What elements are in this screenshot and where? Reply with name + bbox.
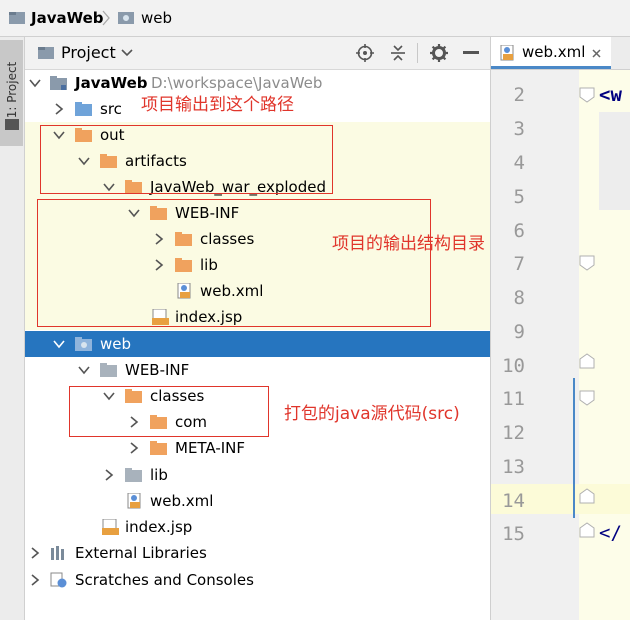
fold-end-marker-icon[interactable] [578, 521, 596, 539]
tree-row-web-webinf[interactable]: WEB-INF [25, 357, 490, 383]
annotation-box-packaged-source [69, 386, 269, 437]
annotation-box-output-path [40, 125, 333, 194]
folder-icon [100, 363, 117, 377]
line-number: 14 [502, 490, 525, 512]
minimize-icon[interactable] [463, 50, 479, 56]
code-line-15: </ [599, 522, 622, 544]
gear-icon[interactable] [430, 44, 448, 62]
module-folder-icon [50, 76, 67, 90]
annotation-output-path: 项目输出到这个路径 [141, 95, 294, 115]
fold-marker-icon[interactable] [578, 389, 596, 407]
chevron-right-icon[interactable] [29, 547, 41, 559]
editor-tab-bar: web.xml [491, 37, 630, 70]
web-folder-icon [118, 12, 134, 24]
chevron-down-icon[interactable] [29, 77, 41, 89]
fold-end-marker-icon[interactable] [578, 487, 596, 505]
breadcrumb-folder[interactable]: web [141, 0, 172, 36]
scratches-icon [50, 572, 67, 588]
header-separator [417, 43, 418, 63]
view-dropdown-icon[interactable] [121, 49, 133, 57]
folder-tab-icon [5, 119, 19, 130]
folder-icon [150, 441, 167, 455]
annotation-packaged-source: 打包的java源代码(src) [284, 404, 460, 424]
chevron-right-icon[interactable] [103, 469, 115, 481]
tree-row-scratches[interactable]: Scratches and Consoles [25, 567, 490, 593]
libraries-icon [51, 546, 64, 560]
breadcrumb-separator-icon [102, 10, 110, 26]
locate-target-icon[interactable] [356, 44, 374, 62]
web-folder-icon [75, 337, 92, 351]
indent-guide [573, 378, 575, 518]
chevron-right-icon[interactable] [53, 103, 65, 115]
external-libraries-label: External Libraries [75, 544, 207, 562]
chevron-down-icon[interactable] [53, 338, 65, 350]
editor-tab-webxml[interactable]: web.xml [491, 37, 611, 69]
line-number: 8 [513, 287, 525, 309]
line-number: 15 [502, 523, 525, 545]
line-number: 3 [513, 118, 525, 140]
line-number: 4 [513, 152, 525, 174]
line-number: 2 [513, 84, 525, 106]
breadcrumb-project[interactable]: JavaWeb [31, 0, 104, 36]
code-line-2: <w [599, 84, 622, 106]
web-indexjsp-label: index.jsp [125, 518, 193, 536]
line-number: 5 [513, 186, 525, 208]
fold-marker-icon[interactable] [578, 254, 596, 272]
editor-tab-overflow[interactable] [616, 37, 630, 67]
tree-row-external-libraries[interactable]: External Libraries [25, 540, 490, 566]
jsp-file-icon [102, 519, 119, 535]
line-number: 7 [513, 253, 525, 275]
line-number: 13 [502, 456, 525, 478]
editor-tab-label: web.xml [522, 43, 586, 61]
web-label: web [100, 335, 132, 353]
folder-icon [125, 468, 142, 482]
chevron-right-icon[interactable] [128, 442, 140, 454]
src-label: src [100, 100, 122, 118]
tree-row-web-webxml[interactable]: web.xml [25, 488, 490, 514]
project-module-icon [9, 12, 25, 24]
tree-row-web-metainf[interactable]: META-INF [25, 435, 490, 461]
root-name: JavaWeb [75, 74, 148, 92]
scratches-label: Scratches and Consoles [75, 571, 254, 589]
tree-row-web-indexjsp[interactable]: index.jsp [25, 514, 490, 540]
line-number: 6 [513, 220, 525, 242]
fold-marker-icon[interactable] [578, 86, 596, 104]
web-lib-label: lib [150, 466, 168, 484]
fold-end-marker-icon[interactable] [578, 352, 596, 370]
line-number: 10 [502, 355, 525, 377]
line-number: 9 [513, 321, 525, 343]
collapse-all-icon[interactable] [389, 44, 407, 62]
web-metainf-label: META-INF [175, 439, 246, 457]
web-webxml-label: web.xml [150, 492, 214, 510]
web-webinf-label: WEB-INF [125, 361, 190, 379]
xml-file-icon [127, 493, 141, 509]
line-number: 11 [502, 388, 525, 410]
chevron-down-icon[interactable] [78, 364, 90, 376]
annotation-box-output-structure [37, 199, 431, 327]
source-folder-icon [75, 102, 92, 116]
project-panel-header: Project [25, 37, 490, 70]
panel-title[interactable]: Project [61, 37, 116, 69]
tree-row-web-lib[interactable]: lib [25, 462, 490, 488]
code-fold-region [599, 112, 630, 210]
chevron-right-icon[interactable] [29, 574, 41, 586]
tree-row-web[interactable]: web [25, 331, 490, 357]
project-view-icon [38, 47, 54, 59]
navigation-bar: JavaWeb web [0, 0, 630, 37]
xml-file-icon [500, 45, 514, 61]
annotation-output-structure: 项目的输出结构目录 [332, 234, 485, 254]
close-icon[interactable] [592, 49, 601, 58]
line-number: 12 [502, 422, 525, 444]
